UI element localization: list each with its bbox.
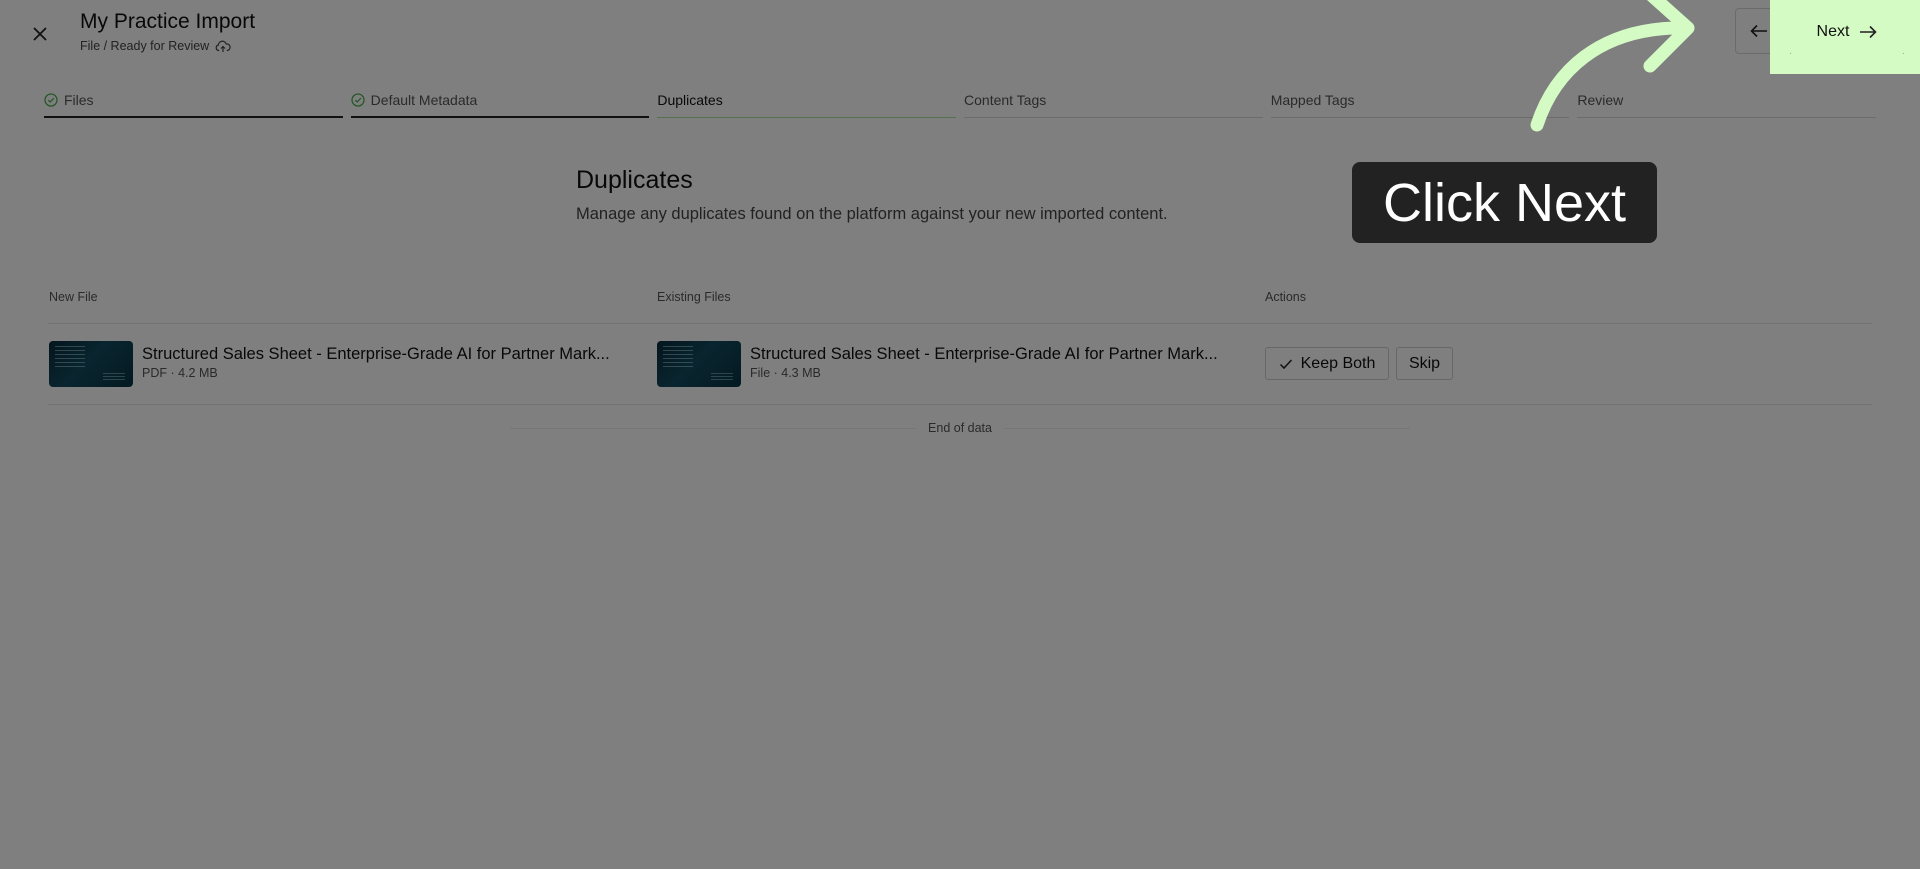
breadcrumb-text: File / Ready for Review	[80, 39, 210, 53]
column-header-actions: Actions	[1265, 290, 1306, 304]
existing-file-name[interactable]: Structured Sales Sheet - Enterprise-Grad…	[750, 345, 1218, 364]
highlighted-next-button[interactable]: Next	[1790, 10, 1904, 54]
step-files[interactable]: Files	[44, 90, 343, 118]
new-file-name[interactable]: Structured Sales Sheet - Enterprise-Grad…	[142, 345, 610, 364]
step-label: Mapped Tags	[1270, 92, 1355, 108]
step-label: Content Tags	[964, 92, 1047, 108]
check-circle-icon	[44, 93, 58, 107]
divider	[1003, 427, 1411, 429]
keep-both-label: Keep Both	[1300, 354, 1376, 372]
end-of-data: End of data	[510, 421, 1411, 435]
skip-label: Skip	[1408, 354, 1441, 372]
step-content-tags[interactable]: Content Tags	[964, 90, 1263, 118]
column-header-new-file: New File	[49, 290, 98, 304]
check-circle-icon	[351, 93, 365, 107]
arrow-right-icon	[1860, 25, 1878, 39]
section-description: Manage any duplicates found on the platf…	[576, 205, 1168, 223]
file-thumbnail	[49, 341, 133, 387]
pointer-arrow-icon	[1530, 0, 1695, 132]
page-title: My Practice Import	[80, 10, 256, 33]
step-duplicates[interactable]: Duplicates	[657, 90, 957, 118]
check-icon	[1279, 358, 1292, 369]
step-default-metadata[interactable]: Default Metadata	[350, 90, 650, 118]
file-thumbnail	[657, 341, 741, 387]
existing-file-meta: File · 4.3 MB	[750, 366, 821, 380]
arrow-left-icon	[1750, 24, 1767, 38]
keep-both-button[interactable]: Keep Both	[1265, 347, 1389, 380]
step-label: Default Metadata	[370, 92, 478, 108]
breadcrumb: File / Ready for Review	[80, 39, 231, 53]
divider	[48, 404, 1872, 405]
cloud-upload-icon	[215, 40, 231, 52]
close-icon	[33, 27, 47, 41]
section-title: Duplicates	[576, 166, 693, 194]
step-label: Duplicates	[657, 92, 723, 108]
close-button[interactable]	[26, 20, 54, 48]
new-file-meta: PDF · 4.2 MB	[142, 366, 218, 380]
column-header-existing-files: Existing Files	[657, 290, 731, 304]
tutorial-callout: Click Next	[1352, 162, 1657, 243]
skip-button[interactable]: Skip	[1396, 347, 1453, 380]
divider	[48, 323, 1872, 324]
divider	[510, 427, 917, 429]
step-label: Files	[64, 92, 94, 108]
end-of-data-label: End of data	[928, 421, 992, 435]
next-button-label: Next	[1816, 23, 1850, 40]
